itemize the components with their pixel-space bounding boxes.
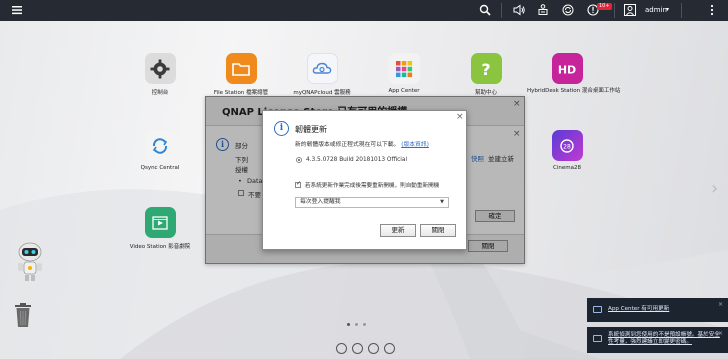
update-button[interactable]: 更新 <box>380 224 416 237</box>
auto-restart-checkbox[interactable] <box>295 180 301 188</box>
page-dot[interactable] <box>355 323 358 326</box>
dashboard-dock-icon[interactable] <box>336 343 347 354</box>
svg-text:HD: HD <box>558 63 576 76</box>
trash-icon[interactable] <box>13 302 33 328</box>
reminder-schedule-value: 每次登入提醒我 <box>300 199 341 205</box>
close-icon[interactable]: × <box>718 330 723 337</box>
version-radio[interactable] <box>296 157 302 163</box>
page-dot[interactable] <box>363 323 366 326</box>
dialog-title: 韌體更新 <box>295 125 327 134</box>
notification-title: 系統偵測到您使用的不是預設帳號。基於安全性考量，強烈建議立即變更密碼。 <box>608 332 720 345</box>
message-icon <box>593 306 602 313</box>
close-button[interactable]: 關閉 <box>420 224 456 237</box>
app-label: Video Station 影音劇院 <box>129 244 191 250</box>
close-icon[interactable]: × <box>456 113 464 122</box>
firmware-update-dialog: × i 韌體更新 新的韌體版本或修正程式現在可以下載。 (版本資訊) 4.3.5… <box>262 110 467 250</box>
user-menu-label[interactable]: admin <box>645 6 667 14</box>
description-text: 新的韌體版本或修正程式現在可以下載。 <box>295 142 400 148</box>
app-label: myQNAPcloud 雲服務 <box>293 90 351 96</box>
app-app-center[interactable]: App Center <box>364 53 444 94</box>
hd-icon: HD <box>551 53 583 84</box>
background-task-dock-icon[interactable] <box>352 343 363 354</box>
page-dot-active[interactable] <box>347 323 350 326</box>
grid-icon <box>388 53 420 84</box>
sync-icon[interactable] <box>561 3 575 17</box>
top-bar: 10+ admin ▾ <box>0 0 728 21</box>
topbar-divider <box>614 3 615 18</box>
app-control-panel[interactable]: 控制台 <box>120 53 200 96</box>
storage-dock-icon[interactable] <box>368 343 379 354</box>
svg-text:?: ? <box>481 60 490 79</box>
gear-icon <box>144 53 176 84</box>
cloud-icon <box>306 53 338 84</box>
close-icon[interactable]: × <box>718 301 723 308</box>
user-icon[interactable] <box>623 3 637 17</box>
video-icon <box>144 207 176 238</box>
firmware-version: 4.3.5.0728 Build 20181013 Official <box>306 157 408 163</box>
release-notes-link[interactable]: (版本資訊) <box>401 142 429 148</box>
app-label: Cinema28 <box>553 165 581 171</box>
info-icon: i <box>274 121 289 136</box>
search-icon[interactable] <box>478 3 492 17</box>
app-help-center[interactable]: ? 幫助中心 <box>446 53 526 96</box>
folder-icon <box>225 53 257 84</box>
app-label: File Station 檔案總管 <box>213 90 269 96</box>
notification-card[interactable]: 系統偵測到您使用的不是預設帳號。基於安全性考量，強烈建議立即變更密碼。 × <box>587 327 728 353</box>
app-hybriddesk-station[interactable]: HD HybridDesk Station 混合桌面工作站 <box>527 53 621 95</box>
app-myqnapcloud[interactable]: myQNAPcloud 雲服務 <box>282 53 362 96</box>
cinema-icon: 28 <box>551 130 583 161</box>
qsync-icon <box>144 130 176 161</box>
reminder-schedule-select[interactable]: 每次登入提醒我 ▼ <box>295 197 449 208</box>
app-cinema28[interactable]: 28 Cinema28 <box>527 130 607 171</box>
update-description: 新的韌體版本或修正程式現在可以下載。 (版本資訊) <box>295 139 429 148</box>
robot-assistant-icon[interactable] <box>14 240 46 284</box>
svg-text:28: 28 <box>563 143 571 150</box>
notification-title: App Center 有可用更新 <box>608 306 670 312</box>
app-label: HybridDesk Station 混合桌面工作站 <box>527 88 621 94</box>
help-icon: ? <box>470 53 502 84</box>
volume-icon[interactable] <box>512 3 526 17</box>
message-icon <box>593 335 602 342</box>
app-video-station[interactable]: Video Station 影音劇院 <box>120 207 200 250</box>
resource-monitor-dock-icon[interactable] <box>384 343 395 354</box>
app-label: Qsync Central <box>140 165 180 171</box>
notification-card[interactable]: App Center 有可用更新 × <box>587 298 728 322</box>
topbar-divider <box>501 3 502 18</box>
more-options-icon[interactable] <box>705 3 719 17</box>
task-icon[interactable] <box>536 3 550 17</box>
dropdown-arrow-icon: ▼ <box>440 199 444 205</box>
topbar-divider <box>681 3 682 18</box>
menu-icon[interactable] <box>10 3 24 17</box>
chevron-down-icon[interactable]: ▾ <box>666 6 669 13</box>
auto-restart-label: 若系統更新作業完成後需要重新開機，則自動重新開機 <box>305 183 440 189</box>
app-file-station[interactable]: File Station 檔案總管 <box>201 53 281 96</box>
app-label: 控制台 <box>151 90 169 96</box>
app-qsync-central[interactable]: Qsync Central <box>120 130 200 171</box>
notification-count-badge: 10+ <box>597 3 612 10</box>
next-page-arrow-icon[interactable]: › <box>711 178 718 199</box>
app-label: 幫助中心 <box>474 90 497 96</box>
app-label: App Center <box>388 88 420 94</box>
